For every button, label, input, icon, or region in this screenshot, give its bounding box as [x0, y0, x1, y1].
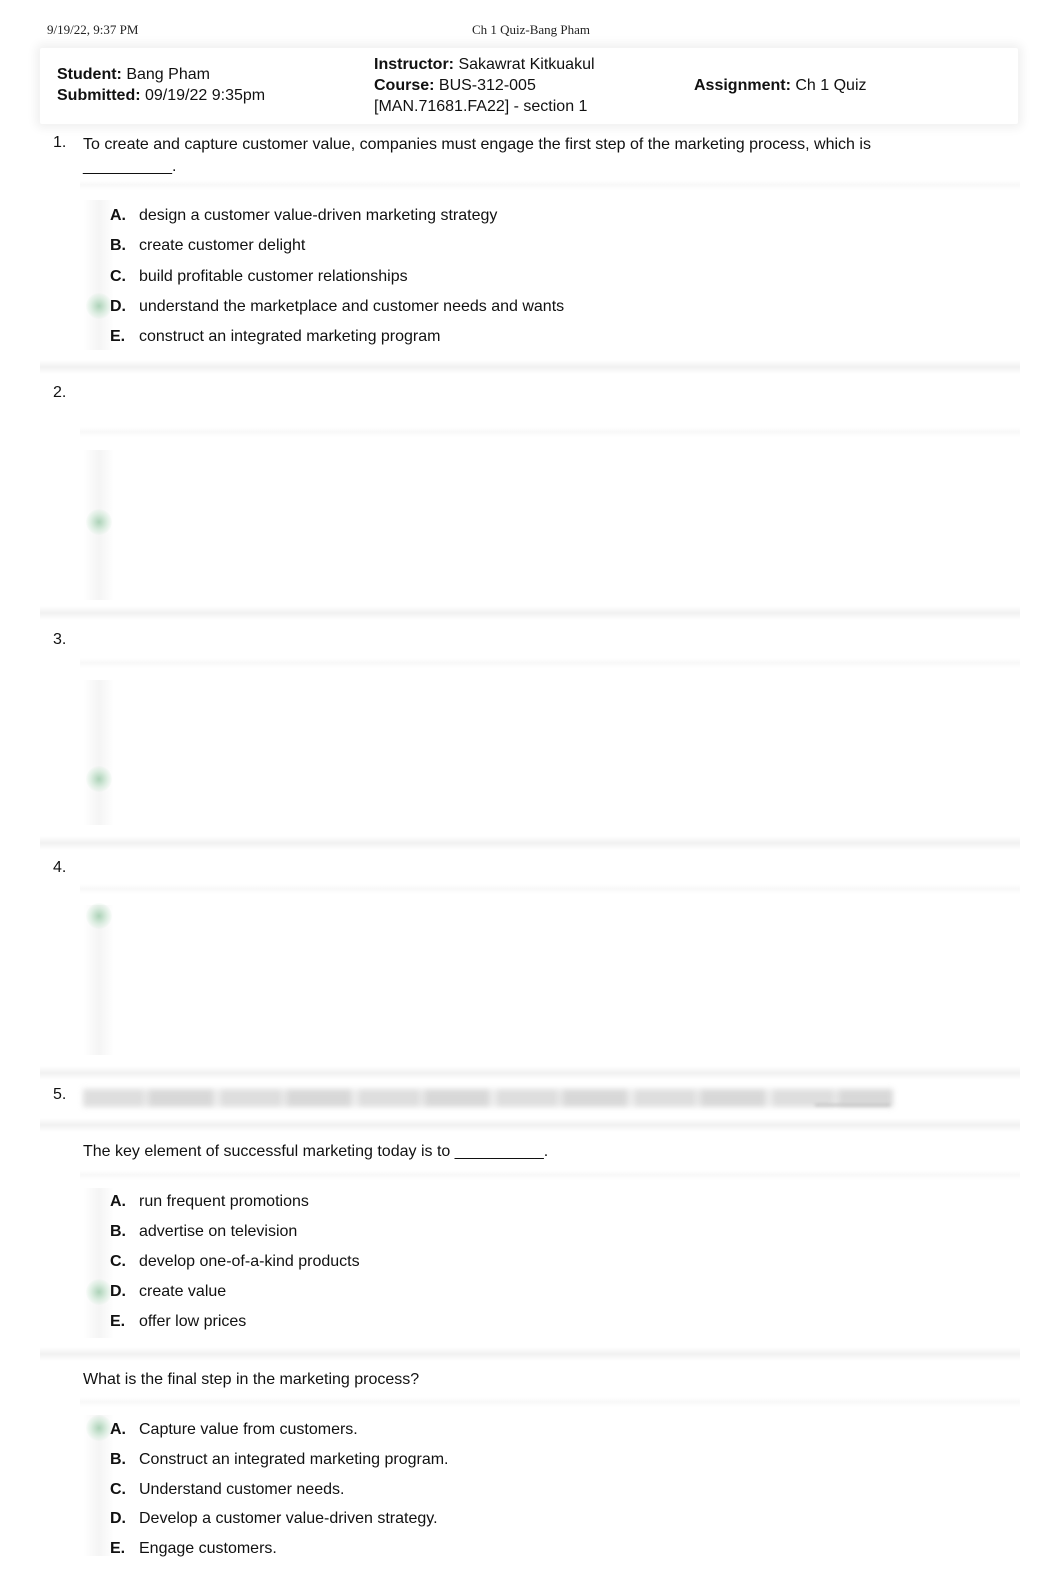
question-text: What is the final step in the marketing … [83, 1371, 420, 1388]
option-b: B. advertise on television [0, 1223, 1062, 1253]
option-text: build profitable customer relationships [139, 268, 408, 285]
question-divider [40, 606, 1020, 620]
divider [80, 1170, 1020, 1180]
course-section: [MAN.71681.FA22] - section 1 [374, 98, 588, 115]
option-text: run frequent promotions [139, 1193, 309, 1210]
option-text: develop one-of-a-kind products [139, 1253, 360, 1270]
student-info: Student: Bang Pham Submitted: 09/19/22 9… [57, 64, 265, 106]
option-letter: E. [110, 1540, 126, 1557]
option-d: D. understand the marketplace and custome… [0, 298, 1062, 328]
option-letter: E. [110, 328, 126, 345]
option-text: create customer delight [139, 237, 306, 254]
option-b: B. Construct an integrated marketing prog… [0, 1451, 1062, 1481]
option-letter: C. [110, 1253, 126, 1270]
blurred-question-text [83, 1089, 893, 1107]
student-label: Student: [57, 66, 122, 83]
submission-info-box: Student: Bang Pham Submitted: 09/19/22 9… [40, 48, 1018, 124]
question-number: 2. [53, 384, 67, 401]
option-text: offer low prices [139, 1313, 247, 1330]
divider [80, 427, 1020, 437]
option-letter: D. [110, 298, 126, 315]
correct-answer-indicator-icon [86, 509, 112, 535]
correct-answer-indicator-icon [86, 766, 112, 792]
option-a: A. Capture value from customers. [0, 1421, 1062, 1451]
divider [80, 884, 1020, 894]
option-letter: B. [110, 1451, 126, 1468]
option-text: Understand customer needs. [139, 1481, 345, 1498]
instructor-name: Sakawrat Kitkuakul [458, 56, 595, 73]
instructor-label: Instructor: [374, 56, 454, 73]
assignment-label: Assignment: [694, 77, 791, 94]
option-a: A. run frequent promotions [0, 1193, 1062, 1223]
question-divider [40, 360, 1020, 374]
course-info: Instructor: Sakawrat Kitkuakul Course: B… [374, 54, 595, 117]
option-letter: D. [110, 1510, 126, 1527]
option-text: Capture value from customers. [139, 1421, 358, 1438]
option-c: C. develop one-of-a-kind products [0, 1253, 1062, 1283]
option-b: B. create customer delight [0, 237, 1062, 267]
option-d: D. Develop a customer value-driven strate… [0, 1510, 1062, 1540]
question-number: 3. [53, 631, 67, 648]
divider [80, 658, 1020, 668]
option-text: construct an integrated marketing progra… [139, 328, 441, 345]
blurred-blank [815, 1104, 890, 1106]
option-text: advertise on television [139, 1223, 298, 1240]
question-number: 4. [53, 859, 67, 876]
option-letter: B. [110, 237, 126, 254]
question-divider [40, 1347, 1020, 1361]
option-e: E. Engage customers. [0, 1540, 1062, 1570]
course-label: Course: [374, 77, 435, 94]
assignment-name: Ch 1 Quiz [795, 77, 867, 94]
course-code: BUS-312-005 [438, 77, 536, 94]
option-letter: A. [110, 1193, 126, 1210]
option-letter: A. [110, 207, 126, 224]
submitted-date: 09/19/22 9:35pm [145, 87, 266, 104]
option-d: D. create value [0, 1283, 1062, 1313]
option-text: Develop a customer value-driven strategy… [139, 1510, 438, 1527]
assignment-info: Assignment: Ch 1 Quiz [694, 75, 867, 96]
correct-answer-indicator-icon [86, 903, 112, 929]
divider [80, 180, 1020, 190]
option-letter: C. [110, 1481, 126, 1498]
answer-rail [84, 680, 114, 825]
question-divider [40, 836, 1020, 850]
option-text: create value [139, 1283, 227, 1300]
option-c: C. Understand customer needs. [0, 1481, 1062, 1511]
question-number: 1. [53, 134, 67, 151]
print-header: 9/19/22, 9:37 PM Ch 1 Quiz-Bang Pham [47, 22, 1015, 40]
question-number: 5. [53, 1086, 67, 1103]
divider [40, 1118, 1020, 1132]
option-letter: A. [110, 1421, 126, 1438]
question-divider [40, 1066, 1020, 1080]
option-letter: D. [110, 1283, 126, 1300]
option-letter: C. [110, 268, 126, 285]
option-text: understand the marketplace and customer … [139, 298, 565, 315]
option-text: Engage customers. [139, 1540, 277, 1557]
student-name: Bang Pham [126, 66, 210, 83]
submitted-label: Submitted: [57, 87, 141, 104]
print-title: Ch 1 Quiz-Bang Pham [471, 22, 591, 37]
option-c: C. build profitable customer relationship… [0, 268, 1062, 298]
divider [80, 1397, 1020, 1407]
question-text: The key element of successful marketing … [83, 1143, 549, 1160]
option-a: A. design a customer value-driven marketi… [0, 207, 1062, 237]
option-text: design a customer value-driven marketing… [139, 207, 498, 224]
option-text: Construct an integrated marketing progra… [139, 1451, 449, 1468]
option-letter: E. [110, 1313, 126, 1330]
option-letter: B. [110, 1223, 126, 1240]
option-e: E. construct an integrated marketing prog… [0, 328, 1062, 358]
question-text: To create and capture customer value, co… [83, 136, 871, 175]
option-e: E. offer low prices [0, 1313, 1062, 1343]
